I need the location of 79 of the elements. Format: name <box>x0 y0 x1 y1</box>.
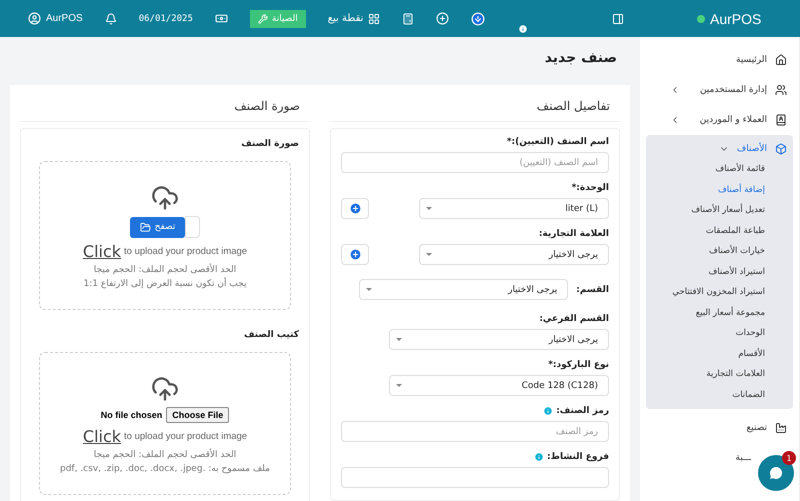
calculator-icon[interactable] <box>402 12 414 24</box>
upload-link[interactable]: Click <box>82 427 122 446</box>
file-status: No file chosen <box>100 410 162 420</box>
field-label: الوحدة:* <box>570 183 609 193</box>
file-input[interactable] <box>185 216 200 238</box>
field-label: العلامة التجارية: <box>538 229 609 239</box>
upload-cloud-icon <box>151 184 179 212</box>
field-label: رمز الصنف: <box>341 406 609 416</box>
choose-file-button[interactable]: Choose File <box>166 407 230 423</box>
chat-icon <box>768 465 784 481</box>
sidebar-item[interactable]: الرئيسية <box>730 51 793 69</box>
add-button[interactable] <box>341 198 369 219</box>
select-field[interactable]: يرجى الاختيار <box>389 329 609 350</box>
add-button[interactable] <box>341 244 369 265</box>
box-icon <box>775 143 787 155</box>
notification-bell-icon[interactable] <box>104 12 117 24</box>
app-logo: AurPOS <box>710 10 762 26</box>
plus-icon <box>348 248 362 261</box>
user-name: AurPOS <box>46 13 83 24</box>
submenu-item[interactable]: الوحدات <box>646 323 765 344</box>
submenu-item[interactable]: إضافة أصناف <box>646 180 765 200</box>
upload-hint: to upload your product image <box>124 246 248 257</box>
factory-icon <box>775 422 787 434</box>
user-icon[interactable] <box>28 12 41 25</box>
submenu-item[interactable]: الضمانات <box>646 384 765 405</box>
info-icon <box>518 24 528 34</box>
upload-note: ملف مسموح به: .pdf, .csv, .zip, .doc, .docx, .jpeg <box>60 464 270 474</box>
upload-label: صورة الصنف <box>240 139 299 149</box>
upload-hint: to upload your product image <box>124 431 248 442</box>
text-field[interactable]: رمز الصنف <box>341 421 609 442</box>
sidebar-item[interactable]: الأصناف <box>646 139 793 159</box>
text-field[interactable]: اسم الصنف (التعيين) <box>341 152 609 173</box>
select-field[interactable]: liter (L) <box>419 198 609 219</box>
field-label: فروع النشاط: <box>341 452 609 462</box>
select-field[interactable]: يرجى الاختيار <box>359 279 568 300</box>
sidebar-item[interactable]: إدارة المستخدمين <box>664 81 793 99</box>
page-title: صنف جديد <box>544 49 618 68</box>
contact-book-icon <box>775 114 787 126</box>
submenu-item[interactable]: قائمة الأصناف <box>646 159 765 180</box>
sidebar-item[interactable]: تصنيع <box>740 419 793 437</box>
submenu-item[interactable]: تعديل أسعار الأصناف <box>646 200 765 220</box>
home-icon <box>775 54 787 66</box>
status-dot-icon <box>697 14 705 22</box>
cash-icon[interactable] <box>214 12 228 25</box>
users-icon <box>775 84 787 96</box>
pos-link[interactable]: نقطة بيع <box>328 13 364 24</box>
grid-icon[interactable] <box>368 12 380 24</box>
upload-link[interactable]: Click <box>82 242 122 261</box>
submenu-item[interactable]: خيارات الأصناف <box>646 241 765 262</box>
upload-note: الحد الأقصى لحجم الملف: الحجم ميجا <box>94 450 236 460</box>
plus-icon <box>348 202 362 215</box>
folder-icon <box>140 222 151 232</box>
upload-cloud-icon <box>151 375 179 403</box>
field-label: نوع الباركود:* <box>547 360 609 370</box>
upload-note: يجب أن تكون نسبة العرض إلى الارتفاع 1:1 <box>84 279 246 289</box>
sidebar-item[interactable]: ـــبة <box>730 449 757 467</box>
submenu-item[interactable]: الأقسام <box>646 344 765 364</box>
sidebar-item[interactable]: العملاء و الموردين <box>664 111 793 129</box>
section-title: تفاصيل الصنف <box>330 99 620 122</box>
wrench-icon <box>258 14 268 24</box>
upload-label: كتيب الصنف <box>243 330 299 340</box>
field-label: القسم الفرعي: <box>538 314 609 324</box>
download-icon[interactable] <box>471 12 486 26</box>
select-field[interactable]: Code 128 (C128) <box>389 375 609 396</box>
submenu-item[interactable]: مجموعة أسعار البيع <box>646 302 765 323</box>
submenu-item[interactable]: طباعة الملصقات <box>646 220 765 241</box>
submenu-item[interactable]: العلامات التجارية <box>646 364 765 384</box>
field-label: القسم: <box>576 284 609 294</box>
section-title: صورة الصنف <box>20 99 310 122</box>
upload-note: الحد الأقصى لحجم الملف: الحجم ميجا <box>94 265 236 275</box>
sidebar-toggle-icon[interactable] <box>612 12 624 24</box>
select-field[interactable]: يرجى الاختيار <box>419 244 609 265</box>
add-circle-icon[interactable] <box>436 12 450 25</box>
field-label: اسم الصنف (التعيين):* <box>506 137 609 147</box>
date-text: 06/01/2025 <box>138 14 193 24</box>
submenu-item[interactable]: استيراد الأصناف <box>646 262 765 282</box>
browse-button[interactable]: تصفح <box>130 216 186 238</box>
submenu-item[interactable]: استيراد المخزون الافتتاحي <box>646 282 765 302</box>
text-field[interactable] <box>341 467 609 488</box>
